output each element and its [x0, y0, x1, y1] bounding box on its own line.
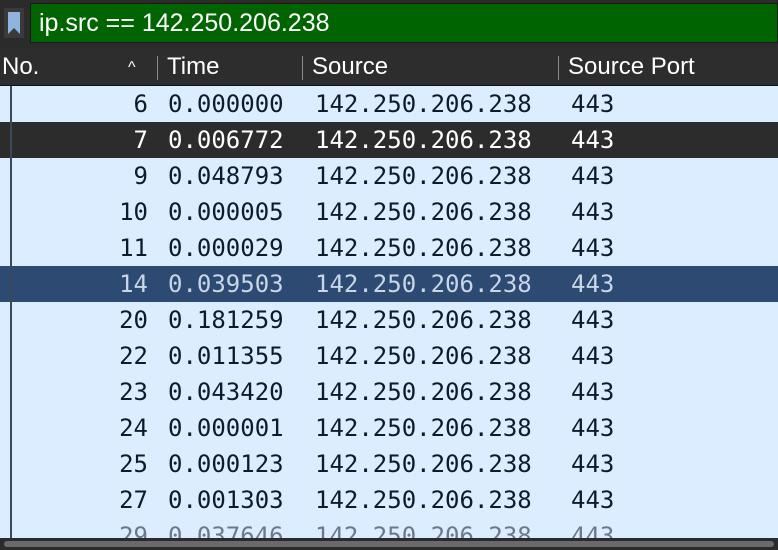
packet-source-port: 443	[571, 162, 615, 190]
packet-time: 0.000123	[168, 450, 284, 478]
related-packet-indicator	[10, 482, 12, 518]
packet-time: 0.000000	[168, 90, 284, 118]
column-header-source[interactable]: Source	[312, 48, 388, 86]
related-packet-indicator	[10, 446, 12, 482]
column-header-time[interactable]: Time	[167, 48, 219, 86]
packet-source: 142.250.206.238	[315, 162, 532, 190]
related-packet-indicator	[10, 266, 12, 302]
packet-source-port: 443	[571, 450, 615, 478]
related-packet-indicator	[10, 374, 12, 410]
packet-number: 7	[133, 126, 148, 154]
related-packet-indicator	[10, 86, 12, 122]
packet-source-port: 443	[571, 90, 615, 118]
column-resize-handle[interactable]	[302, 56, 303, 80]
packet-row[interactable]: 10 0.000005 142.250.206.238 443	[0, 194, 778, 230]
packet-time: 0.181259	[168, 306, 284, 334]
packet-number: 9	[133, 162, 148, 190]
packet-source: 142.250.206.238	[315, 450, 532, 478]
packet-row[interactable]: 25 0.000123 142.250.206.238 443	[0, 446, 778, 482]
packet-time: 0.000029	[168, 234, 284, 262]
column-resize-handle[interactable]	[157, 56, 158, 80]
packet-row[interactable]: 23 0.043420 142.250.206.238 443	[0, 374, 778, 410]
packet-source: 142.250.206.238	[315, 90, 532, 118]
filter-bookmark-button[interactable]	[4, 8, 24, 38]
packet-time: 0.000001	[168, 414, 284, 442]
packet-source: 142.250.206.238	[315, 234, 532, 262]
packet-number: 14	[119, 270, 148, 298]
packet-row[interactable]: 6 0.000000 142.250.206.238 443	[0, 86, 778, 122]
column-resize-handle[interactable]	[558, 56, 559, 80]
packet-source-port: 443	[571, 234, 615, 262]
packet-source-port: 443	[571, 342, 615, 370]
packet-source-port: 443	[571, 306, 615, 334]
packet-row[interactable]: 7 0.006772 142.250.206.238 443	[0, 122, 778, 158]
packet-source: 142.250.206.238	[315, 486, 532, 514]
packet-number: 20	[119, 306, 148, 334]
packet-source-port: 443	[571, 126, 615, 154]
packet-row[interactable]: 9 0.048793 142.250.206.238 443	[0, 158, 778, 194]
packet-time: 0.048793	[168, 162, 284, 190]
bookmark-icon	[8, 12, 20, 34]
related-packet-indicator	[10, 338, 12, 374]
related-packet-indicator	[10, 410, 12, 446]
packet-number: 10	[119, 198, 148, 226]
related-packet-indicator	[10, 194, 12, 230]
packet-list: 6 0.000000 142.250.206.238 443 7 0.006772 142.…	[0, 86, 778, 550]
packet-row[interactable]: 11 0.000029 142.250.206.238 443	[0, 230, 778, 266]
packet-source-port: 443	[571, 378, 615, 406]
related-packet-indicator	[10, 230, 12, 266]
packet-source: 142.250.206.238	[315, 306, 532, 334]
packet-source-port: 443	[571, 270, 615, 298]
packet-row[interactable]: 20 0.181259 142.250.206.238 443	[0, 302, 778, 338]
packet-source-port: 443	[571, 414, 615, 442]
packet-number: 11	[119, 234, 148, 262]
packet-number: 6	[133, 90, 148, 118]
packet-source: 142.250.206.238	[315, 126, 532, 154]
related-packet-indicator	[10, 122, 12, 158]
packet-row[interactable]: 14 0.039503 142.250.206.238 443	[0, 266, 778, 302]
packet-number: 25	[119, 450, 148, 478]
packet-time: 0.000005	[168, 198, 284, 226]
packet-source-port: 443	[571, 486, 615, 514]
packet-source: 142.250.206.238	[315, 342, 532, 370]
related-packet-indicator	[10, 302, 12, 338]
packet-row[interactable]: 24 0.000001 142.250.206.238 443	[0, 410, 778, 446]
packet-list-window: ip.src == 142.250.206.238 No. ^ Time Sou…	[0, 0, 778, 550]
packet-source: 142.250.206.238	[315, 198, 532, 226]
column-header-no[interactable]: No.	[2, 48, 39, 86]
packet-number: 23	[119, 378, 148, 406]
display-filter-toolbar: ip.src == 142.250.206.238	[0, 0, 778, 48]
display-filter-input[interactable]: ip.src == 142.250.206.238	[30, 3, 778, 43]
packet-source: 142.250.206.238	[315, 414, 532, 442]
horizontal-scrollbar[interactable]	[0, 538, 778, 550]
packet-time: 0.039503	[168, 270, 284, 298]
packet-time: 0.006772	[168, 126, 284, 154]
packet-source: 142.250.206.238	[315, 378, 532, 406]
packet-number: 22	[119, 342, 148, 370]
packet-source: 142.250.206.238	[315, 270, 532, 298]
packet-row[interactable]: 22 0.011355 142.250.206.238 443	[0, 338, 778, 374]
column-header-source-port[interactable]: Source Port	[568, 48, 695, 86]
packet-list-header: No. ^ Time Source Source Port	[0, 48, 778, 86]
packet-time: 0.011355	[168, 342, 284, 370]
packet-row[interactable]: 27 0.001303 142.250.206.238 443	[0, 482, 778, 518]
packet-time: 0.001303	[168, 486, 284, 514]
related-packet-indicator	[10, 158, 12, 194]
packet-time: 0.043420	[168, 378, 284, 406]
sort-ascending-icon: ^	[128, 59, 136, 76]
scrollbar-thumb[interactable]	[4, 541, 774, 547]
packet-source-port: 443	[571, 198, 615, 226]
packet-number: 24	[119, 414, 148, 442]
packet-number: 27	[119, 486, 148, 514]
